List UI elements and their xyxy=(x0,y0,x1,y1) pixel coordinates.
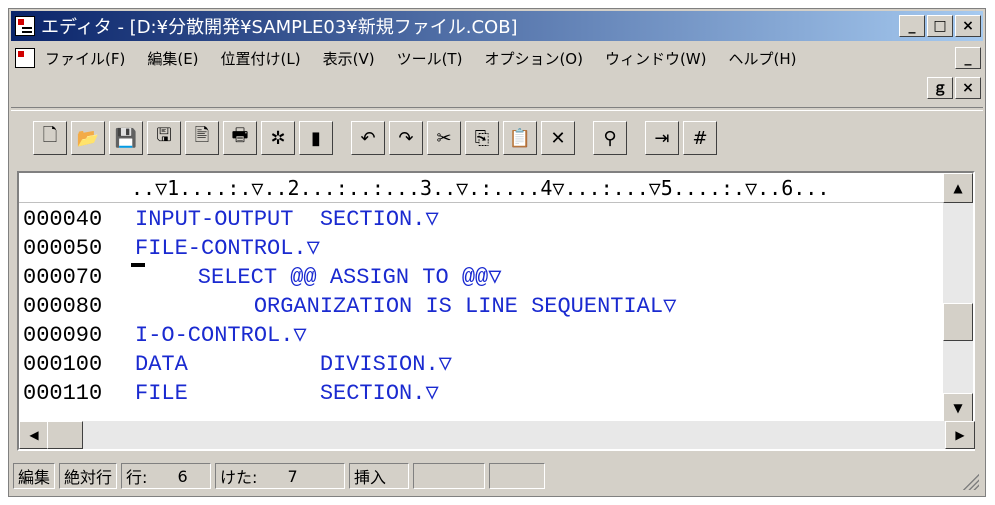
line-number: 000100 xyxy=(23,352,103,377)
menu-options[interactable]: オプション(O) xyxy=(484,48,583,69)
line-text[interactable]: I-O-CONTROL.▽ xyxy=(135,321,307,350)
code-line[interactable]: 000100 DATA DIVISION.▽ xyxy=(19,350,945,379)
menu-help[interactable]: ヘルプ(H) xyxy=(729,48,797,69)
print-preview-icon[interactable]: 🖹 xyxy=(185,121,219,155)
child-minimize-button[interactable]: _ xyxy=(955,47,981,69)
insert-line-icon[interactable]: ⇥ xyxy=(645,121,679,155)
new-icon[interactable]: 🗋 xyxy=(33,121,67,155)
line-number: 000050 xyxy=(23,236,103,261)
line-text[interactable]: SELECT @@ ASSIGN TO @@▽ xyxy=(145,263,502,292)
menu-bar: ファイル(F) 編集(E) 位置付け(L) 表示(V) ツール(T) オプション… xyxy=(11,43,983,73)
line-number: 000080 xyxy=(23,294,103,319)
save-icon[interactable]: 💾 xyxy=(109,121,143,155)
bookmark-icon[interactable]: ▮ xyxy=(299,121,333,155)
line-number: 000110 xyxy=(23,381,103,406)
scroll-right-icon[interactable]: ▶ xyxy=(945,421,975,449)
status-insert: 挿入 xyxy=(349,463,410,489)
line-number-icon[interactable]: # xyxy=(683,121,717,155)
status-bar: 編集 絶対行 行: 6 けた: 7 挿入 xyxy=(13,460,981,492)
status-mode: 編集 xyxy=(13,463,56,489)
delete-icon[interactable]: ✕ xyxy=(541,121,575,155)
line-text[interactable]: FILE-CONTROL.▽ xyxy=(135,234,320,263)
child-close-button[interactable]: × xyxy=(955,77,981,99)
cut-icon[interactable]: ✂ xyxy=(427,121,461,155)
editor-window: エディタ - [D:¥分散開発¥SAMPLE03¥新規ファイル.COB] _ □… xyxy=(8,8,986,497)
resize-grip-icon[interactable] xyxy=(963,474,979,490)
code-line[interactable]: 000050 FILE-CONTROL.▽ xyxy=(19,234,945,263)
status-column: けた: 7 xyxy=(215,463,346,489)
toolbar-separator xyxy=(11,107,983,111)
horizontal-scroll-thumb[interactable] xyxy=(47,421,83,449)
line-text[interactable]: DATA DIVISION.▽ xyxy=(135,350,452,379)
scroll-left-icon[interactable]: ◀ xyxy=(19,421,49,449)
line-text[interactable]: FILE SECTION.▽ xyxy=(135,379,439,408)
undo-icon[interactable]: ↶ xyxy=(351,121,385,155)
line-number: 000090 xyxy=(23,323,103,348)
menu-window[interactable]: ウィンドウ(W) xyxy=(605,48,707,69)
vertical-scrollbar[interactable]: ▲ ▼ xyxy=(943,173,973,423)
code-line[interactable]: 000040 INPUT-OUTPUT SECTION.▽ xyxy=(19,205,945,234)
child-restore-button[interactable]: ｇ xyxy=(927,77,953,99)
caption-buttons: _ □ × xyxy=(899,15,981,37)
close-button[interactable]: × xyxy=(955,15,981,37)
menu-file[interactable]: ファイル(F) xyxy=(45,48,125,69)
save-all-icon[interactable]: 🖫 xyxy=(147,121,181,155)
scroll-up-icon[interactable]: ▲ xyxy=(943,173,973,203)
column-label: けた: xyxy=(220,468,258,487)
scroll-down-icon[interactable]: ▼ xyxy=(943,393,973,423)
minimize-button[interactable]: _ xyxy=(899,15,925,37)
code-line[interactable]: 000080 ORGANIZATION IS LINE SEQUENTIAL▽ xyxy=(19,292,945,321)
row-value: 6 xyxy=(177,466,188,486)
code-line[interactable]: 000070 SELECT @@ ASSIGN TO @@▽ xyxy=(19,263,945,292)
text-cursor xyxy=(131,263,145,267)
vertical-scroll-thumb[interactable] xyxy=(943,303,973,341)
line-text[interactable]: INPUT-OUTPUT SECTION.▽ xyxy=(135,205,439,234)
child-caption-buttons: _ xyxy=(955,47,981,69)
maximize-button[interactable]: □ xyxy=(927,15,953,37)
print-icon[interactable]: 🖶 xyxy=(223,121,257,155)
toolbar: 🗋 📂 💾 🖫 🖹 🖶 ✲ ▮ ↶ ↷ ✂ ⎘ 📋 ✕ ⚲ ⇥ # xyxy=(33,117,721,159)
menu-position[interactable]: 位置付け(L) xyxy=(221,48,301,69)
app-icon[interactable] xyxy=(15,16,35,36)
child-window-buttons: ｇ × xyxy=(927,77,981,99)
window-title: エディタ - [D:¥分散開発¥SAMPLE03¥新規ファイル.COB] xyxy=(41,17,518,38)
code-line[interactable]: 000110 FILE SECTION.▽ xyxy=(19,379,945,408)
status-empty-1 xyxy=(413,463,486,489)
menu-edit[interactable]: 編集(E) xyxy=(147,48,198,69)
document-icon[interactable] xyxy=(15,48,35,68)
column-value: 7 xyxy=(287,466,298,486)
line-text[interactable]: ORGANIZATION IS LINE SEQUENTIAL▽ xyxy=(135,292,677,321)
status-empty-2 xyxy=(489,463,546,489)
menu-view[interactable]: 表示(V) xyxy=(323,48,375,69)
line-number: 000070 xyxy=(23,265,103,290)
menu-tools[interactable]: ツール(T) xyxy=(397,48,463,69)
row-label: 行: xyxy=(126,468,148,487)
title-bar[interactable]: エディタ - [D:¥分散開発¥SAMPLE03¥新規ファイル.COB] _ □… xyxy=(11,11,983,41)
find-icon[interactable]: ⚲ xyxy=(593,121,627,155)
open-icon[interactable]: 📂 xyxy=(71,121,105,155)
copy-icon[interactable]: ⎘ xyxy=(465,121,499,155)
column-ruler: ..▽1....:.▽..2...:..:...3..▽.:....4▽...:… xyxy=(19,173,945,203)
settings-icon[interactable]: ✲ xyxy=(261,121,295,155)
redo-icon[interactable]: ↷ xyxy=(389,121,423,155)
status-row: 行: 6 xyxy=(121,463,212,489)
paste-icon[interactable]: 📋 xyxy=(503,121,537,155)
editor-pane[interactable]: ..▽1....:.▽..2...:..:...3..▽.:....4▽...:… xyxy=(17,171,975,451)
horizontal-scrollbar[interactable]: ◀ ▶ xyxy=(19,421,975,449)
code-line[interactable]: 000090 I-O-CONTROL.▽ xyxy=(19,321,945,350)
status-line-kind: 絶対行 xyxy=(59,463,118,489)
code-area[interactable]: 000040 INPUT-OUTPUT SECTION.▽ 000050 FIL… xyxy=(19,205,945,423)
line-number: 000040 xyxy=(23,207,103,232)
